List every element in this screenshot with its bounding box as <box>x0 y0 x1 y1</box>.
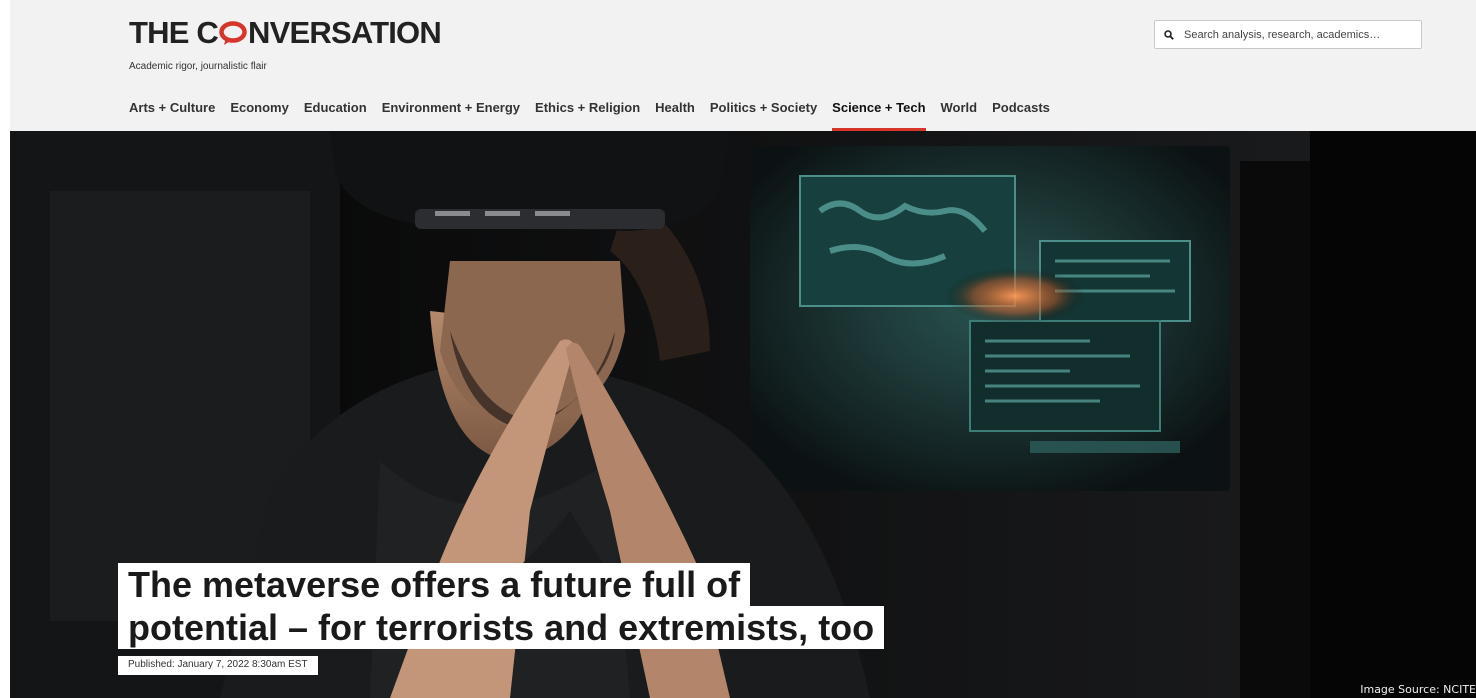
site-header: THE C NVERSATION Academic rigor, journali… <box>10 0 1476 131</box>
hero-image: The metaverse offers a future full of po… <box>10 131 1476 698</box>
nav-item-politics-society[interactable]: Politics + Society <box>710 95 817 131</box>
speech-bubble-logo-icon <box>219 21 247 45</box>
article-headline[interactable]: The metaverse offers a future full of po… <box>118 563 885 649</box>
published-date: Published: January 7, 2022 8:30am EST <box>118 656 318 675</box>
nav-item-science-tech[interactable]: Science + Tech <box>832 95 926 131</box>
nav-item-ethics-religion[interactable]: Ethics + Religion <box>535 95 640 131</box>
nav-item-arts-culture[interactable]: Arts + Culture <box>129 95 215 131</box>
headline-line-1: The metaverse offers a future full of <box>118 563 751 606</box>
site-logo[interactable]: THE C NVERSATION <box>129 13 442 53</box>
section-nav: Arts + Culture Economy Education Environ… <box>129 95 1065 131</box>
search-icon <box>1164 29 1182 40</box>
headline-line-2: potential – for terrorists and extremist… <box>118 606 885 649</box>
nav-item-world[interactable]: World <box>941 95 978 131</box>
nav-item-health[interactable]: Health <box>655 95 695 131</box>
search-input[interactable] <box>1184 28 1414 41</box>
logo-text-end: NVERSATION <box>248 15 442 50</box>
nav-item-education[interactable]: Education <box>304 95 367 131</box>
image-credit: Image Source: NCITE <box>1360 683 1476 696</box>
logo-text-start: THE C <box>129 15 219 50</box>
nav-item-environment-energy[interactable]: Environment + Energy <box>382 95 520 131</box>
search-box[interactable] <box>1154 20 1422 49</box>
site-tagline: Academic rigor, journalistic flair <box>129 61 267 72</box>
nav-item-podcasts[interactable]: Podcasts <box>992 95 1050 131</box>
nav-item-economy[interactable]: Economy <box>230 95 289 131</box>
